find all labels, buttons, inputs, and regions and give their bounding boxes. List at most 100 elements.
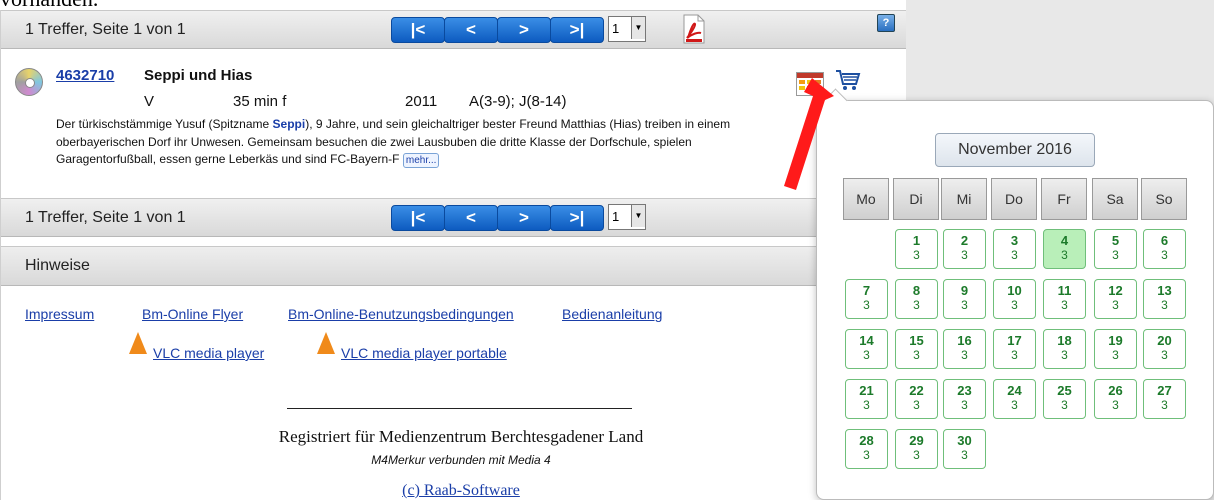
calendar-day[interactable]: 27 3 <box>1143 379 1186 419</box>
day-number: 21 <box>859 383 874 398</box>
calendar-day[interactable]: 29 3 <box>895 429 938 469</box>
calendar-day[interactable]: 18 3 <box>1043 329 1086 369</box>
day-number: 12 <box>1108 283 1123 298</box>
day-number: 6 <box>1160 233 1169 248</box>
first-page-button[interactable]: |< <box>391 17 445 43</box>
day-number: 9 <box>960 283 969 298</box>
calendar-day[interactable]: 25 3 <box>1043 379 1086 419</box>
day-number: 2 <box>960 233 969 248</box>
day-count: 3 <box>961 448 968 462</box>
prev-page-button[interactable]: < <box>444 17 498 43</box>
description-highlight: Seppi <box>272 117 306 131</box>
calendar-day[interactable]: 30 3 <box>943 429 986 469</box>
calendar-day[interactable]: 15 3 <box>895 329 938 369</box>
page-select-value: 1 <box>612 21 620 36</box>
weekday-header: Sa <box>1092 178 1138 220</box>
prev-page-button-bottom[interactable]: < <box>444 205 498 231</box>
calendar-popup: November 2016 Mo Di Mi Do Fr Sa So 13233343536… <box>816 88 1214 500</box>
calendar-day[interactable]: 20 3 <box>1143 329 1186 369</box>
day-count: 3 <box>1061 298 1068 312</box>
flyer-link[interactable]: Bm-Online Flyer <box>142 306 243 322</box>
merkur-text: M4Merkur verbunden mit Media 4 <box>371 453 551 467</box>
next-page-button-bottom[interactable]: > <box>497 205 551 231</box>
day-count: 3 <box>1161 398 1168 412</box>
calendar-day[interactable]: 33 <box>993 229 1036 269</box>
day-count: 3 <box>961 248 968 262</box>
vlc-portable-link[interactable]: VLC media player portable <box>341 345 507 361</box>
day-count: 3 <box>1061 398 1068 412</box>
record-row: 4632710 Seppi und Hias V 35 min f 2011 A… <box>1 58 906 208</box>
next-page-button[interactable]: > <box>497 17 551 43</box>
cd-icon <box>15 68 43 96</box>
day-number: 19 <box>1108 333 1123 348</box>
record-year: 2011 <box>405 93 438 110</box>
calendar-day[interactable]: 16 3 <box>943 329 986 369</box>
day-number: 26 <box>1108 383 1123 398</box>
day-number: 24 <box>1007 383 1022 398</box>
last-page-button-bottom[interactable]: >| <box>550 205 604 231</box>
pager-bar-bottom: 1 Treffer, Seite 1 von 1 |< < > >| 1 ▼ <box>1 198 906 237</box>
day-number: 1 <box>912 233 921 248</box>
cart-icon[interactable] <box>835 68 861 92</box>
calendar-day[interactable]: 11 3 <box>1043 279 1086 319</box>
copyright-link[interactable]: (c) Raab-Software <box>231 482 691 500</box>
calendar-day[interactable]: 24 3 <box>993 379 1036 419</box>
day-number: 16 <box>957 333 972 348</box>
day-number: 27 <box>1157 383 1172 398</box>
weekday-header: Di <box>893 178 939 220</box>
day-count: 3 <box>913 348 920 362</box>
day-number: 20 <box>1157 333 1172 348</box>
day-number: 10 <box>1007 283 1022 298</box>
page-select-bottom[interactable]: 1 ▼ <box>608 204 646 230</box>
calendar-day[interactable]: 17 3 <box>993 329 1036 369</box>
day-number: 8 <box>912 283 921 298</box>
calendar-day[interactable]: 28 3 <box>845 429 888 469</box>
calendar-day[interactable]: 83 <box>895 279 938 319</box>
calendar-day[interactable]: 22 3 <box>895 379 938 419</box>
calendar-day[interactable]: 14 3 <box>845 329 888 369</box>
calendar-day[interactable]: 26 3 <box>1094 379 1137 419</box>
first-page-button-bottom[interactable]: |< <box>391 205 445 231</box>
calendar-day[interactable]: 12 3 <box>1094 279 1137 319</box>
calendar-day[interactable]: 63 <box>1143 229 1186 269</box>
record-id-link[interactable]: 4632710 <box>56 67 114 84</box>
day-count: 3 <box>1011 348 1018 362</box>
day-number: 17 <box>1007 333 1022 348</box>
calendar-day[interactable]: 19 3 <box>1094 329 1137 369</box>
day-count: 3 <box>961 298 968 312</box>
last-page-button[interactable]: >| <box>550 17 604 43</box>
calendar-day[interactable]: 43 <box>1043 229 1086 269</box>
terms-link[interactable]: Bm-Online-Benutzungsbedingungen <box>288 306 514 322</box>
day-count: 3 <box>1112 348 1119 362</box>
weekday-header: So <box>1141 178 1187 220</box>
pager-text: 1 Treffer, Seite 1 von 1 <box>25 21 186 38</box>
calendar-day[interactable]: 23 <box>943 229 986 269</box>
month-button[interactable]: November 2016 <box>935 133 1095 167</box>
calendar-day[interactable]: 53 <box>1094 229 1137 269</box>
calendar-day[interactable]: 10 3 <box>993 279 1036 319</box>
calendar-day[interactable]: 23 3 <box>943 379 986 419</box>
page-select[interactable]: 1 ▼ <box>608 16 646 42</box>
day-count: 3 <box>1161 248 1168 262</box>
day-number: 7 <box>862 283 871 298</box>
day-count: 3 <box>961 398 968 412</box>
calendar-day[interactable]: 13 3 <box>1143 279 1186 319</box>
pdf-icon[interactable] <box>682 14 706 44</box>
footer-divider <box>287 408 632 409</box>
record-description: Der türkischstämmige Yusuf (Spitzname Se… <box>56 116 766 169</box>
chevron-down-icon: ▼ <box>631 205 645 227</box>
manual-link[interactable]: Bedienanleitung <box>562 306 662 322</box>
calendar-day[interactable]: 21 3 <box>845 379 888 419</box>
day-number: 3 <box>1010 233 1019 248</box>
vlc-cone-icon <box>129 332 147 354</box>
day-count: 3 <box>863 398 870 412</box>
more-button[interactable]: mehr... <box>402 153 440 168</box>
day-number: 18 <box>1057 333 1072 348</box>
impressum-link[interactable]: Impressum <box>25 306 94 322</box>
calendar-day[interactable]: 13 <box>895 229 938 269</box>
vlc-link[interactable]: VLC media player <box>153 345 264 361</box>
day-count: 3 <box>863 298 870 312</box>
calendar-day[interactable]: 93 <box>943 279 986 319</box>
calendar-day[interactable]: 73 <box>845 279 888 319</box>
help-icon[interactable]: ? <box>877 14 895 32</box>
